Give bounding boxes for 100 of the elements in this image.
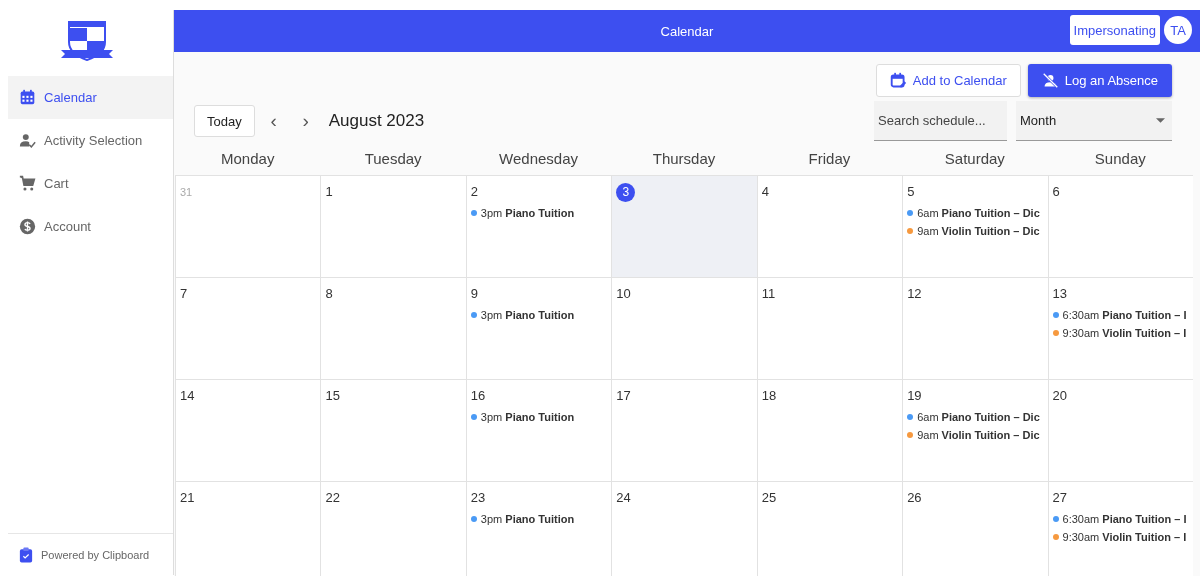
- event-entry[interactable]: 6am Piano Tuition – Dic: [907, 408, 1044, 426]
- day-number: 26: [907, 490, 922, 505]
- day-cell[interactable]: 19 6am Piano Tuition – Dic 9am Violin Tuition – Dic: [902, 380, 1048, 481]
- day-cell[interactable]: 20: [1047, 380, 1193, 481]
- day-number: 24: [616, 490, 631, 505]
- event-label: 9am Violin Tuition – Dic: [917, 225, 1040, 237]
- day-cell[interactable]: 22: [320, 482, 466, 576]
- person-off-icon: [1041, 72, 1059, 89]
- day-number: 31: [180, 186, 193, 198]
- day-number: 1: [325, 184, 333, 199]
- day-cell[interactable]: 21: [175, 482, 321, 576]
- event-entry[interactable]: 6am Piano Tuition – Dic: [907, 204, 1044, 222]
- day-number: 4: [761, 184, 769, 199]
- person-check-icon: [19, 132, 36, 149]
- sidebar-item[interactable]: Activity Selection: [8, 119, 173, 162]
- day-number: 23: [470, 490, 486, 505]
- day-cell[interactable]: 6: [1047, 176, 1193, 277]
- calendar-edit-icon: [889, 72, 907, 89]
- dollar-coin-icon: [19, 218, 36, 235]
- event-entry[interactable]: 9am Violin Tuition – Dic: [907, 222, 1044, 240]
- log-absence-button[interactable]: Log an Absence: [1027, 64, 1172, 97]
- day-cell[interactable]: 7: [175, 278, 321, 379]
- day-number: 6: [1052, 184, 1060, 199]
- day-cell[interactable]: 1: [320, 176, 466, 277]
- event-entry[interactable]: 3pm Piano Tuition: [470, 510, 608, 528]
- event-entry[interactable]: 3pm Piano Tuition: [470, 408, 608, 426]
- view-select[interactable]: Month: [1016, 101, 1172, 141]
- day-cell[interactable]: 10: [611, 278, 757, 379]
- day-cell[interactable]: 17: [611, 380, 757, 481]
- day-number: 9: [470, 286, 479, 301]
- sidebar-item[interactable]: Cart: [8, 162, 173, 205]
- weekday-header: Thursday: [651, 149, 717, 167]
- impersonating-button[interactable]: Impersonating: [1069, 15, 1160, 45]
- day-cell[interactable]: 18: [756, 380, 903, 481]
- day-cell[interactable]: 3: [611, 176, 757, 277]
- event-label: 6:30am Piano Tuition – I: [1062, 513, 1187, 525]
- next-month-button[interactable]: ›: [292, 110, 319, 132]
- day-number: 20: [1052, 388, 1068, 403]
- event-entry[interactable]: 3pm Piano Tuition: [470, 306, 608, 324]
- day-number: 10: [616, 286, 631, 301]
- event-label: 6am Piano Tuition – Dic: [917, 207, 1040, 219]
- day-cell[interactable]: 14: [175, 380, 321, 481]
- weekday-header: Monday: [220, 149, 276, 167]
- month-title: August 2023: [328, 111, 425, 131]
- day-cell[interactable]: 16 3pm Piano Tuition: [465, 380, 612, 481]
- page-title: Calendar: [660, 23, 714, 39]
- day-cell[interactable]: 26: [902, 482, 1048, 576]
- day-cell[interactable]: 9 3pm Piano Tuition: [465, 278, 612, 379]
- event-label: 3pm Piano Tuition: [480, 207, 575, 219]
- weekday-header: Sunday: [1093, 149, 1147, 167]
- day-cell[interactable]: 4: [756, 176, 903, 277]
- day-number: 15: [325, 388, 340, 403]
- cart-icon: [19, 175, 36, 192]
- day-number: 21: [180, 490, 195, 505]
- day-number: 14: [180, 388, 195, 403]
- day-cell[interactable]: 23 3pm Piano Tuition: [465, 482, 612, 576]
- day-number: 25: [761, 490, 777, 505]
- event-entry[interactable]: 9:30am Violin Tuition – I: [1052, 528, 1189, 546]
- event-entry[interactable]: 3pm Piano Tuition: [470, 204, 608, 222]
- event-label: 3pm Piano Tuition: [480, 309, 575, 321]
- day-number: 3: [616, 183, 636, 202]
- day-number: 19: [907, 388, 922, 403]
- day-number: 8: [325, 286, 333, 301]
- day-cell[interactable]: 13 6:30am Piano Tuition – I 9:30am Violin Tuition – I: [1047, 278, 1193, 379]
- sidebar-item[interactable]: Calendar: [8, 76, 173, 119]
- event-entry[interactable]: 6:30am Piano Tuition – I: [1052, 306, 1189, 324]
- day-number: 11: [761, 286, 776, 301]
- event-entry[interactable]: 9:30am Violin Tuition – I: [1052, 324, 1189, 342]
- day-number: 22: [325, 490, 340, 505]
- event-entry[interactable]: 6:30am Piano Tuition – I: [1052, 510, 1189, 528]
- event-entry[interactable]: 9am Violin Tuition – Dic: [907, 426, 1044, 444]
- day-number: 7: [180, 286, 188, 301]
- previous-month-button[interactable]: ‹: [260, 110, 287, 132]
- day-cell[interactable]: 5 6am Piano Tuition – Dic 9am Violin Tuition – Dic: [902, 176, 1048, 277]
- today-button[interactable]: Today: [194, 105, 255, 137]
- user-avatar[interactable]: TA: [1164, 16, 1192, 44]
- dropdown-caret-icon: [1156, 118, 1165, 123]
- day-cell[interactable]: 25: [756, 482, 903, 576]
- day-cell[interactable]: 27 6:30am Piano Tuition – I 9:30am Violin Tuition – I: [1047, 482, 1193, 576]
- search-field[interactable]: Search schedule...: [874, 101, 1007, 141]
- day-cell[interactable]: 15: [320, 380, 466, 481]
- weekday-header: Friday: [807, 149, 852, 167]
- day-cell[interactable]: 2 3pm Piano Tuition: [465, 176, 612, 277]
- day-cell[interactable]: 8: [320, 278, 466, 379]
- clipboard-icon: [19, 546, 33, 563]
- sidebar-item[interactable]: Account: [8, 205, 173, 248]
- weekday-header: Wednesday: [498, 149, 580, 167]
- day-number: 27: [1052, 490, 1068, 505]
- powered-by-text: Powered by Clipboard: [41, 548, 150, 561]
- weekday-header: Tuesday: [363, 149, 423, 167]
- day-number: 2: [470, 184, 479, 199]
- event-label: 9:30am Violin Tuition – I: [1062, 327, 1187, 339]
- day-number: 5: [907, 184, 915, 199]
- event-label: 9am Violin Tuition – Dic: [917, 429, 1040, 441]
- day-cell[interactable]: 11: [756, 278, 903, 379]
- day-number: 13: [1052, 286, 1068, 301]
- day-cell[interactable]: 12: [902, 278, 1048, 379]
- event-label: 9:30am Violin Tuition – I: [1062, 531, 1187, 543]
- add-to-calendar-button[interactable]: Add to Calendar: [875, 64, 1021, 97]
- day-cell[interactable]: 24: [611, 482, 757, 576]
